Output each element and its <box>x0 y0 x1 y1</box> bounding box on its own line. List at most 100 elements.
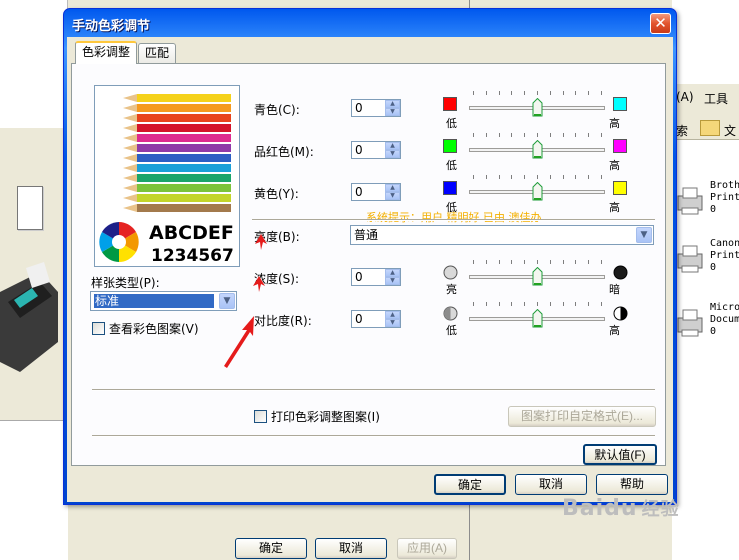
slider-thumb[interactable] <box>532 182 543 201</box>
slider-tick <box>486 175 487 179</box>
default-button[interactable]: 默认值(F) <box>583 444 657 465</box>
magenta-slider[interactable] <box>469 133 605 163</box>
slider-tick <box>511 302 512 306</box>
cyan-slider[interactable] <box>469 91 605 121</box>
page-thumbnail <box>17 186 43 230</box>
slider-tick <box>575 91 576 95</box>
slider-tick <box>563 133 564 137</box>
yellow-low-swatch <box>443 181 457 195</box>
close-button[interactable]: ✕ <box>650 13 671 34</box>
spin-up-icon[interactable]: ▲ <box>385 184 400 192</box>
slider-tick <box>563 91 564 95</box>
slider-tick <box>524 133 525 137</box>
spin-up-icon[interactable]: ▲ <box>385 142 400 150</box>
pattern-format-button[interactable]: 图案打印自定格式(E)... <box>508 406 656 427</box>
background-ok-button[interactable]: 确定 <box>235 538 307 559</box>
slider-thumb[interactable] <box>532 98 543 117</box>
tab-match[interactable]: 匹配 <box>138 43 177 63</box>
magenta-label: 品红色(M): <box>254 145 314 159</box>
chevron-down-icon[interactable]: ▼ <box>636 227 652 243</box>
spin-up-icon[interactable]: ▲ <box>385 269 400 277</box>
slider-thumb[interactable] <box>532 140 543 159</box>
density-spinbox[interactable]: 0 ▲ ▼ <box>351 268 401 286</box>
view-color-pattern-checkbox[interactable] <box>92 322 105 335</box>
slider-tick <box>499 133 500 137</box>
contrast-value: 0 <box>355 312 363 326</box>
slider-ticks <box>469 133 605 137</box>
slider-tick <box>575 260 576 264</box>
background-apply-button[interactable]: 应用(A) <box>397 538 457 559</box>
slider-tick <box>486 302 487 306</box>
slider-tick <box>524 260 525 264</box>
contrast-spinbox[interactable]: 0 ▲ ▼ <box>351 310 401 328</box>
toolbar-item[interactable]: 文 <box>724 122 736 139</box>
chevron-down-icon[interactable]: ▼ <box>219 293 235 309</box>
spin-down-icon[interactable]: ▼ <box>385 277 400 285</box>
ok-button[interactable]: 确定 <box>434 474 506 495</box>
slider-tick <box>550 91 551 95</box>
slider-tick <box>473 91 474 95</box>
spin-down-icon[interactable]: ▼ <box>385 108 400 116</box>
magenta-spinbox[interactable]: 0 ▲ ▼ <box>351 141 401 159</box>
printer-list-item[interactable]: Broth Print 0 <box>672 180 739 236</box>
toolbar-item[interactable]: 索 <box>676 122 688 139</box>
yellow-spinbox[interactable]: 0 ▲ ▼ <box>351 183 401 201</box>
cancel-button[interactable]: 取消 <box>515 474 587 495</box>
slider-tick <box>588 175 589 179</box>
spin-down-icon[interactable]: ▼ <box>385 192 400 200</box>
spin-down-icon[interactable]: ▼ <box>385 150 400 158</box>
slider-thumb[interactable] <box>532 267 543 286</box>
cyan-value: 0 <box>355 101 363 115</box>
printer-list-item[interactable]: Micros Docume 0 <box>672 302 739 358</box>
magenta-high-swatch <box>613 139 627 153</box>
slider-thumb[interactable] <box>532 309 543 328</box>
paper-type-value: 标准 <box>94 294 214 308</box>
tab-color-adjust[interactable]: 色彩调整 <box>75 41 138 64</box>
slider-tick <box>524 175 525 179</box>
brightness-select[interactable]: 普通 ▼ <box>350 225 654 245</box>
printer-list-item[interactable]: Canon Print 0 <box>672 238 739 294</box>
slider-tick <box>486 133 487 137</box>
slider-ticks <box>469 260 605 264</box>
spin-up-icon[interactable]: ▲ <box>385 100 400 108</box>
cyan-high-swatch <box>613 97 627 111</box>
spin-up-icon[interactable]: ▲ <box>385 311 400 319</box>
slider-tick <box>499 91 500 95</box>
yellow-value: 0 <box>355 185 363 199</box>
toolbar-item[interactable]: 工具 <box>704 90 728 107</box>
slider-tick <box>511 175 512 179</box>
help-button[interactable]: 帮助 <box>596 474 668 495</box>
slider-tick <box>473 302 474 306</box>
yellow-slider[interactable] <box>469 175 605 205</box>
title-bar[interactable]: 手动色彩调节 ✕ <box>64 9 676 37</box>
divider <box>92 435 655 437</box>
low-contrast-icon <box>443 306 458 321</box>
toolbar-item[interactable]: (A) <box>676 90 694 104</box>
slider-tick <box>473 133 474 137</box>
magenta-high-label: 高 <box>609 159 620 172</box>
slider-tick <box>511 91 512 95</box>
yellow-high-label: 高 <box>609 201 620 214</box>
density-slider[interactable] <box>469 260 605 290</box>
background-cancel-button[interactable]: 取消 <box>315 538 387 559</box>
print-pattern-checkbox[interactable] <box>254 410 267 423</box>
density-value: 0 <box>355 270 363 284</box>
slider-tick <box>601 133 602 137</box>
printer-icon <box>677 187 703 215</box>
contrast-label: 对比度(R): <box>254 314 312 328</box>
slider-tick <box>550 260 551 264</box>
printer-count: 0 <box>710 326 717 337</box>
printer-count: 0 <box>710 204 717 215</box>
tab-panel: ABCDEF 1234567 样张类型(P): 标准 ▼ 查看彩色图案(V) 青… <box>71 63 666 466</box>
cyan-spinbox[interactable]: 0 ▲ ▼ <box>351 99 401 117</box>
spin-down-icon[interactable]: ▼ <box>385 319 400 327</box>
paper-type-select[interactable]: 标准 ▼ <box>90 291 237 311</box>
slider-tick <box>499 175 500 179</box>
contrast-slider[interactable] <box>469 302 605 332</box>
slider-tick <box>601 302 602 306</box>
slider-tick <box>524 91 525 95</box>
printer-name: Micros <box>710 302 739 313</box>
printer-icon <box>0 262 58 372</box>
density-low-label: 亮 <box>446 283 457 296</box>
printer-desc: Docume <box>710 314 739 325</box>
